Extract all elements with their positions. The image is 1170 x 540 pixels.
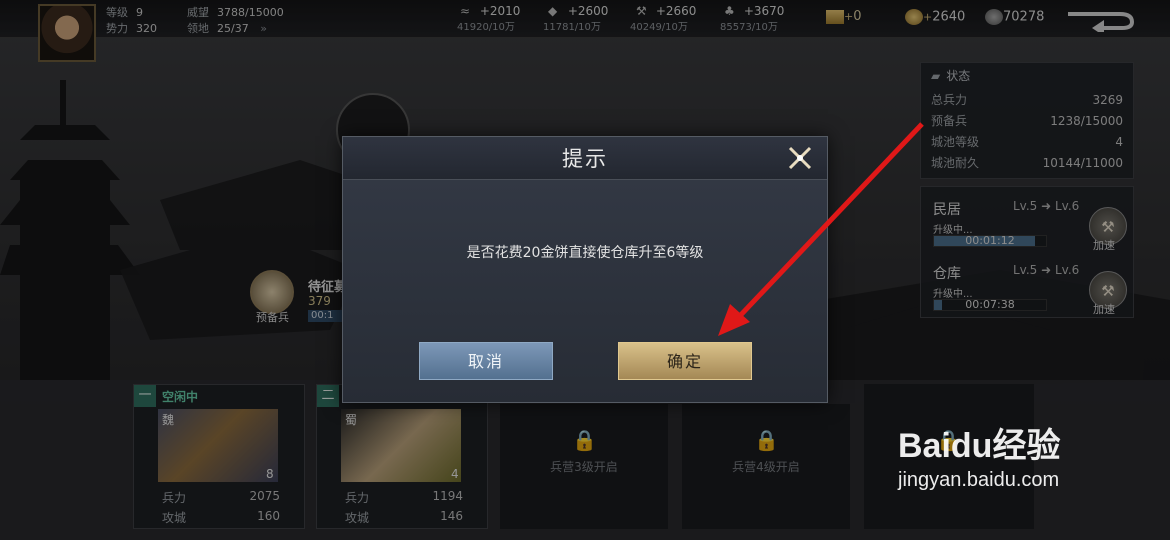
baidu-watermark: Baidu经验 jingyan.baidu.com <box>898 418 1128 492</box>
confirm-button[interactable]: 确定 <box>618 342 752 380</box>
watermark-url: jingyan.baidu.com <box>898 469 1060 491</box>
red-arrow-annotation-icon <box>718 122 924 336</box>
watermark-brand: Baidu经验 <box>898 427 1061 465</box>
cancel-button[interactable]: 取消 <box>419 342 553 380</box>
